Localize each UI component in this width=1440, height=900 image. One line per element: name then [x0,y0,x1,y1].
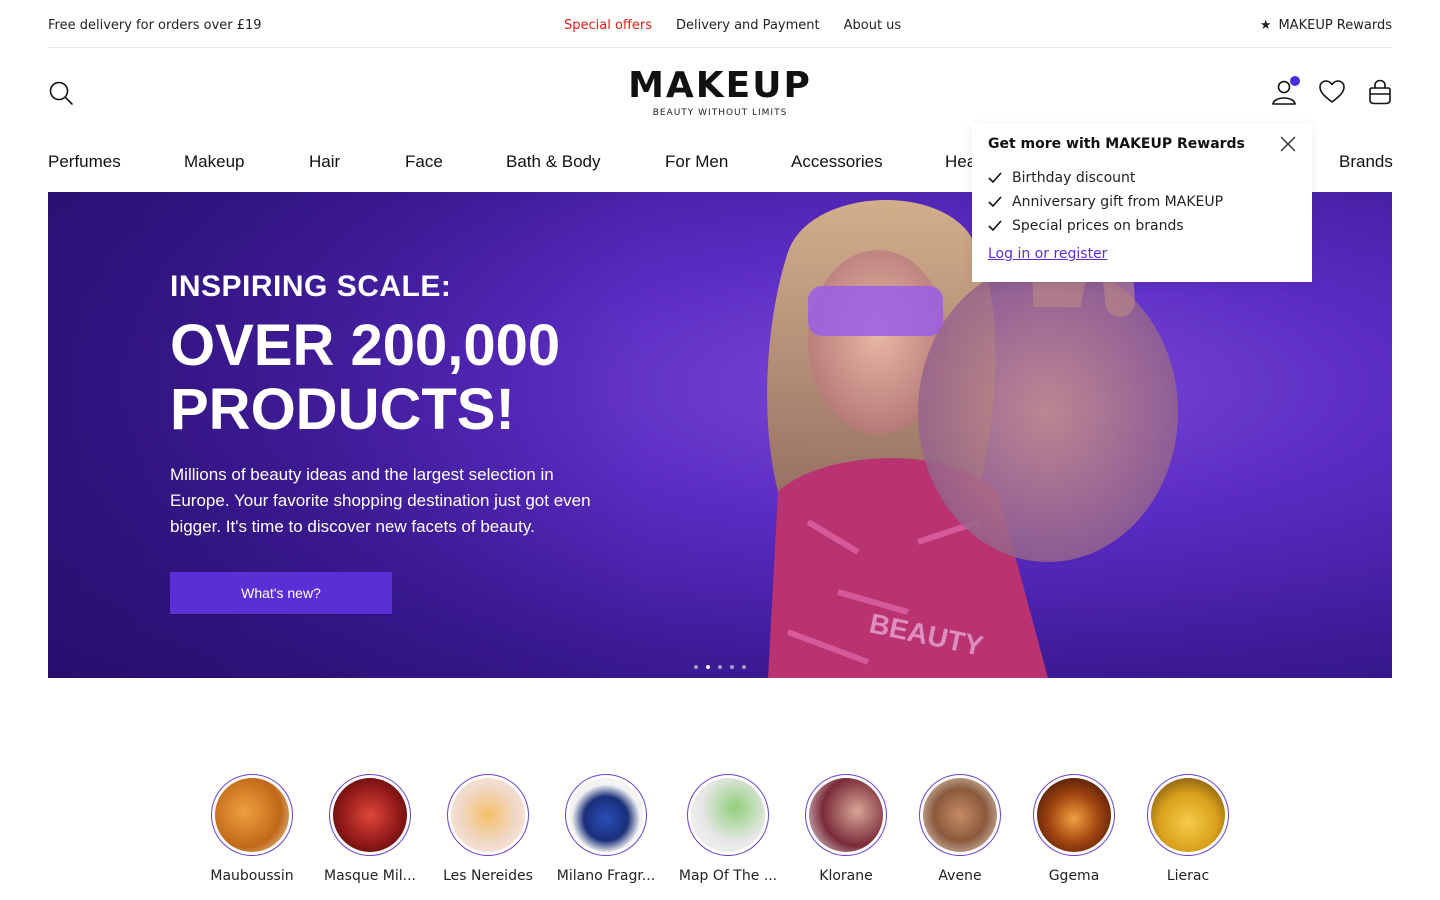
nav-perfumes[interactable]: Perfumes [48,152,121,172]
brand-label: Ggema [1048,868,1100,884]
popup-title: Get more with MAKEUP Rewards [988,136,1245,152]
list-item: Birthday discount [988,166,1223,190]
carousel-dots [694,665,746,669]
free-delivery-note: Free delivery for orders over £19 [48,18,262,33]
brand-item[interactable]: Avene [905,774,1015,884]
top-links: Special offers Delivery and Payment Abou… [564,18,901,33]
brand-label: Mauboussin [210,868,294,884]
brand-label: Milano Fragr... [556,868,656,884]
carousel-dot[interactable] [742,665,746,669]
bag-icon[interactable] [1366,78,1394,106]
search-icon[interactable] [48,80,74,106]
brand-label: Lierac [1166,868,1210,884]
list-item: Special prices on brands [988,214,1223,238]
check-icon [988,172,1002,184]
benefit-label: Special prices on brands [1012,218,1184,234]
login-register-link[interactable]: Log in or register [988,246,1107,262]
brand-item[interactable]: Les Nereides [433,774,543,884]
hero-kicker: INSPIRING SCALE: [170,270,452,303]
brand-label: Masque Mil... [324,868,416,884]
carousel-dot[interactable] [694,665,698,669]
brand-item[interactable]: Mauboussin [197,774,307,884]
brand-item[interactable]: Ggema [1019,774,1129,884]
benefit-label: Birthday discount [1012,170,1136,186]
heart-icon[interactable] [1318,78,1346,106]
hero-title: OVER 200,000 PRODUCTS! [170,313,561,442]
benefits-list: Birthday discount Anniversary gift from … [988,166,1223,238]
brand-item[interactable]: Masque Mil... [315,774,425,884]
carousel-dot[interactable] [718,665,722,669]
brand-label: Klorane [819,868,873,884]
brand-stories: Mauboussin Masque Mil... Les Nereides Mi… [0,774,1440,894]
hero-description: Millions of beauty ideas and the largest… [170,465,591,536]
brand-item[interactable]: Klorane [791,774,901,884]
nav-hair[interactable]: Hair [309,152,340,172]
star-icon: ★ [1259,18,1272,33]
site-logo[interactable]: MAKEUP BEAUTY WITHOUT LIMITS [620,65,820,119]
special-offers-link[interactable]: Special offers [564,18,652,33]
nav-makeup[interactable]: Makeup [184,152,244,172]
rewards-label: MAKEUP Rewards [1278,18,1392,33]
whats-new-button[interactable]: What's new? [170,572,392,614]
carousel-dot[interactable] [730,665,734,669]
brand-item[interactable]: Milano Fragr... [551,774,661,884]
delivery-payment-link[interactable]: Delivery and Payment [676,18,820,33]
rewards-link[interactable]: ★ MAKEUP Rewards [1260,18,1392,33]
about-us-link[interactable]: About us [844,18,902,33]
brand-label: Avene [938,868,982,884]
check-icon [988,220,1002,232]
benefit-label: Anniversary gift from MAKEUP [1012,194,1224,210]
brand-item[interactable]: Map Of The ... [673,774,783,884]
carousel-dot[interactable] [706,665,710,669]
nav-for-men[interactable]: For Men [665,152,728,172]
check-icon [988,196,1002,208]
top-bar: Free delivery for orders over £19 Specia… [48,0,1392,48]
brand-label: Les Nereides [443,868,533,884]
logo-tagline: BEAUTY WITHOUT LIMITS [652,108,788,118]
close-icon[interactable] [1280,136,1296,152]
logo-wordmark: MAKEUP [628,65,812,106]
brand-label: Map Of The ... [678,868,778,884]
notification-dot [1290,76,1300,86]
nav-face[interactable]: Face [405,152,443,172]
brand-item[interactable]: Lierac [1133,774,1243,884]
rewards-popup: Get more with MAKEUP Rewards Birthday di… [972,124,1312,282]
nav-brands[interactable]: Brands [1339,152,1393,172]
nav-accessories[interactable]: Accessories [791,152,883,172]
list-item: Anniversary gift from MAKEUP [988,190,1223,214]
nav-bath-body[interactable]: Bath & Body [506,152,601,172]
